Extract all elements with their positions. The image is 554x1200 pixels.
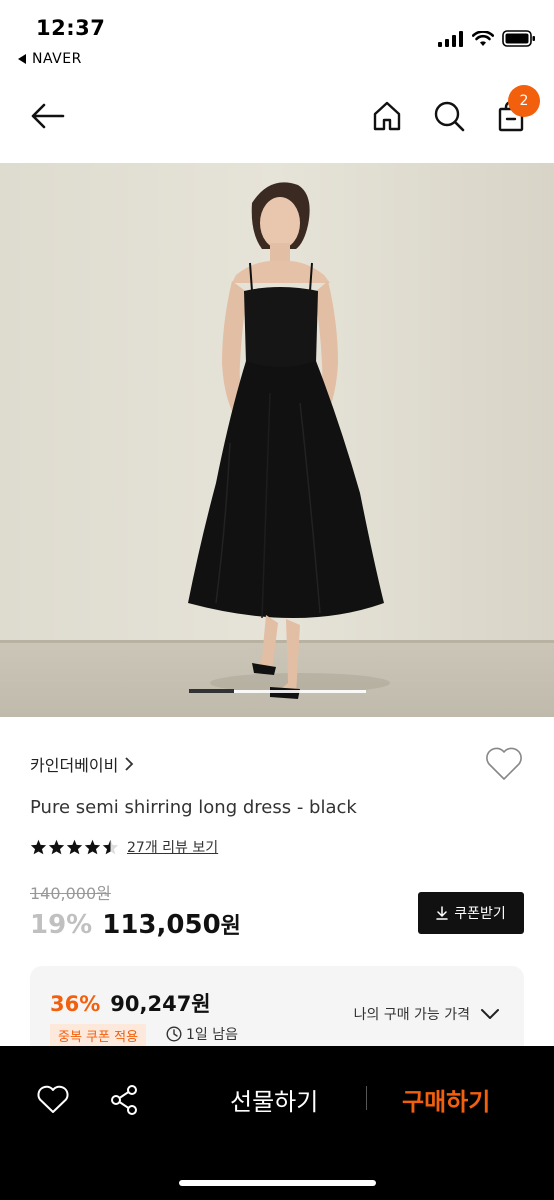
- wishlist-button[interactable]: [484, 746, 524, 786]
- brand-name: 카인더베이비: [30, 756, 119, 775]
- time-left-label: 1일 남음: [186, 1027, 238, 1043]
- product-photo: [0, 163, 554, 717]
- gift-button[interactable]: 선물하기: [230, 1082, 318, 1117]
- wifi-icon: [472, 30, 494, 46]
- my-price-label: 나의 구매 가능 가격: [353, 1007, 470, 1023]
- discount-rate: 19%: [30, 910, 93, 940]
- time-left: 1일 남음: [166, 1024, 238, 1044]
- share-icon: [111, 1085, 137, 1115]
- download-coupon-button[interactable]: 쿠폰받기: [418, 892, 524, 934]
- price-row: 19% 113,050원: [30, 908, 241, 940]
- back-to-app-button[interactable]: NAVER: [18, 51, 82, 67]
- home-icon: [373, 101, 401, 131]
- back-button[interactable]: [27, 96, 67, 136]
- signal-icon: [438, 30, 463, 47]
- best-price-row: 36% 90,247원: [50, 988, 211, 1018]
- clock-icon: [166, 1026, 182, 1042]
- star-icon: [66, 839, 83, 855]
- star-icon: [30, 839, 47, 855]
- search-icon: [434, 101, 465, 132]
- carousel-indicator: [189, 689, 234, 693]
- heart-outline-icon: [486, 747, 522, 780]
- app-header: [0, 78, 554, 163]
- star-rating: [30, 839, 119, 855]
- coupon-button-label: 쿠폰받기: [454, 906, 506, 922]
- download-icon: [436, 906, 448, 920]
- currency-label: 원: [220, 914, 241, 939]
- brand-link[interactable]: 카인더베이비: [30, 752, 134, 776]
- clock: 12:37: [36, 16, 106, 40]
- best-discount-rate: 36%: [50, 992, 101, 1016]
- back-app-label: NAVER: [32, 51, 82, 67]
- product-title: Pure semi shirring long dress - black: [30, 797, 357, 818]
- button-divider: [366, 1086, 367, 1110]
- back-triangle-icon: [18, 54, 26, 64]
- cart-count-badge: 2: [508, 85, 540, 117]
- search-button[interactable]: [429, 96, 469, 136]
- buy-button[interactable]: 구매하기: [402, 1082, 490, 1117]
- status-icons: [438, 30, 536, 47]
- my-price-toggle[interactable]: 나의 구매 가능 가격: [354, 1004, 500, 1024]
- bottom-action-bar: 선물하기 구매하기: [0, 1046, 554, 1200]
- battery-icon: [502, 30, 535, 47]
- home-button[interactable]: [367, 96, 407, 136]
- rating-row: 27개 리뷰 보기: [30, 837, 218, 857]
- wishlist-bottom-button[interactable]: [33, 1080, 73, 1120]
- chevron-right-icon: [125, 757, 134, 771]
- heart-outline-icon: [37, 1085, 69, 1113]
- star-half-icon: [102, 839, 119, 855]
- status-bar: 12:37 NAVER: [0, 0, 554, 78]
- sale-price: 113,050: [102, 910, 221, 940]
- star-icon: [84, 839, 101, 855]
- original-price: 140,000원: [30, 884, 111, 903]
- arrow-left-icon: [31, 103, 65, 129]
- review-link[interactable]: 27개 리뷰 보기: [127, 837, 218, 857]
- home-indicator: [179, 1180, 376, 1186]
- star-icon: [48, 839, 65, 855]
- stacked-coupon-tag: 중복 쿠폰 적용: [50, 1024, 147, 1047]
- share-button[interactable]: [104, 1080, 144, 1120]
- product-image[interactable]: [0, 163, 554, 717]
- best-price: 90,247원: [110, 992, 211, 1016]
- chevron-down-icon: [481, 1009, 499, 1019]
